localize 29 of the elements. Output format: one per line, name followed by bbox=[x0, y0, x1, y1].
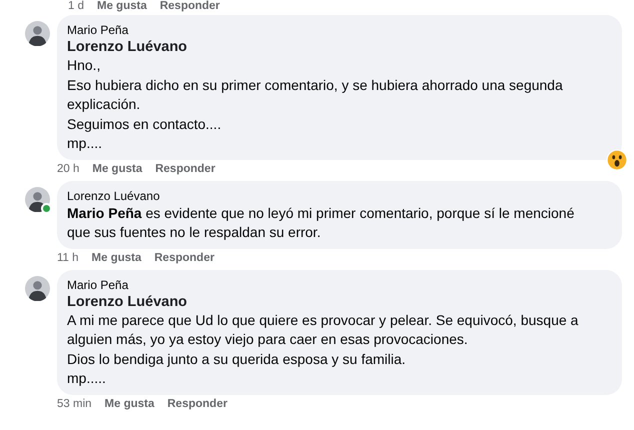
comment-time: 20 h bbox=[57, 162, 80, 174]
comment-time: 11 h bbox=[57, 252, 79, 264]
comment-time: 1 d bbox=[68, 0, 84, 12]
like-link[interactable]: Me gusta bbox=[97, 0, 147, 12]
avatar[interactable] bbox=[25, 21, 50, 46]
comment-text: Seguimos en contacto.... bbox=[67, 114, 222, 134]
comment-text: Eso hubiera dicho en su primer comentario, y se hubiera ahorrado una segunda explicación. bbox=[67, 76, 564, 114]
author-name[interactable]: Lorenzo Luévano bbox=[67, 188, 598, 204]
comment-text: mp..... bbox=[67, 369, 107, 388]
mention-name[interactable]: Lorenzo Luévano bbox=[67, 38, 598, 56]
avatar[interactable] bbox=[25, 276, 50, 300]
comment-text: Hno., bbox=[67, 56, 102, 75]
reply-link[interactable]: Responder bbox=[155, 162, 216, 174]
surprised-face-icon[interactable] bbox=[606, 148, 628, 170]
author-name[interactable]: Mario Peña bbox=[67, 22, 598, 38]
like-link[interactable]: Me gusta bbox=[92, 162, 142, 174]
avatar[interactable] bbox=[25, 186, 50, 212]
reply-link[interactable]: Responder bbox=[167, 398, 228, 410]
like-link[interactable]: Me gusta bbox=[104, 398, 154, 410]
like-link[interactable]: Me gusta bbox=[92, 252, 142, 264]
comment-text: mp.... bbox=[67, 134, 104, 153]
author-name[interactable]: Mario Peña bbox=[67, 276, 598, 292]
reply-link[interactable]: Responder bbox=[154, 252, 214, 264]
comment-time: 53 min bbox=[57, 398, 92, 410]
reply-link[interactable]: Responder bbox=[160, 0, 220, 12]
mention-name[interactable]: Lorenzo Luévano bbox=[67, 292, 598, 310]
comment-text: Dios lo bendiga junto a su querida esposa y su familia. bbox=[67, 350, 407, 369]
comment-text: Mario Peña es evidente que no leyó mi primer comentario, porque sí le mencioné que sus fuentes no le respaldan su error. bbox=[67, 204, 576, 242]
comment-text: A mi me parece que Ud lo que quiere es provocar y pelear. Se equivocó, busque a alguien más, yo ya estoy viejo para caer en esas provocaciones. bbox=[67, 310, 580, 349]
